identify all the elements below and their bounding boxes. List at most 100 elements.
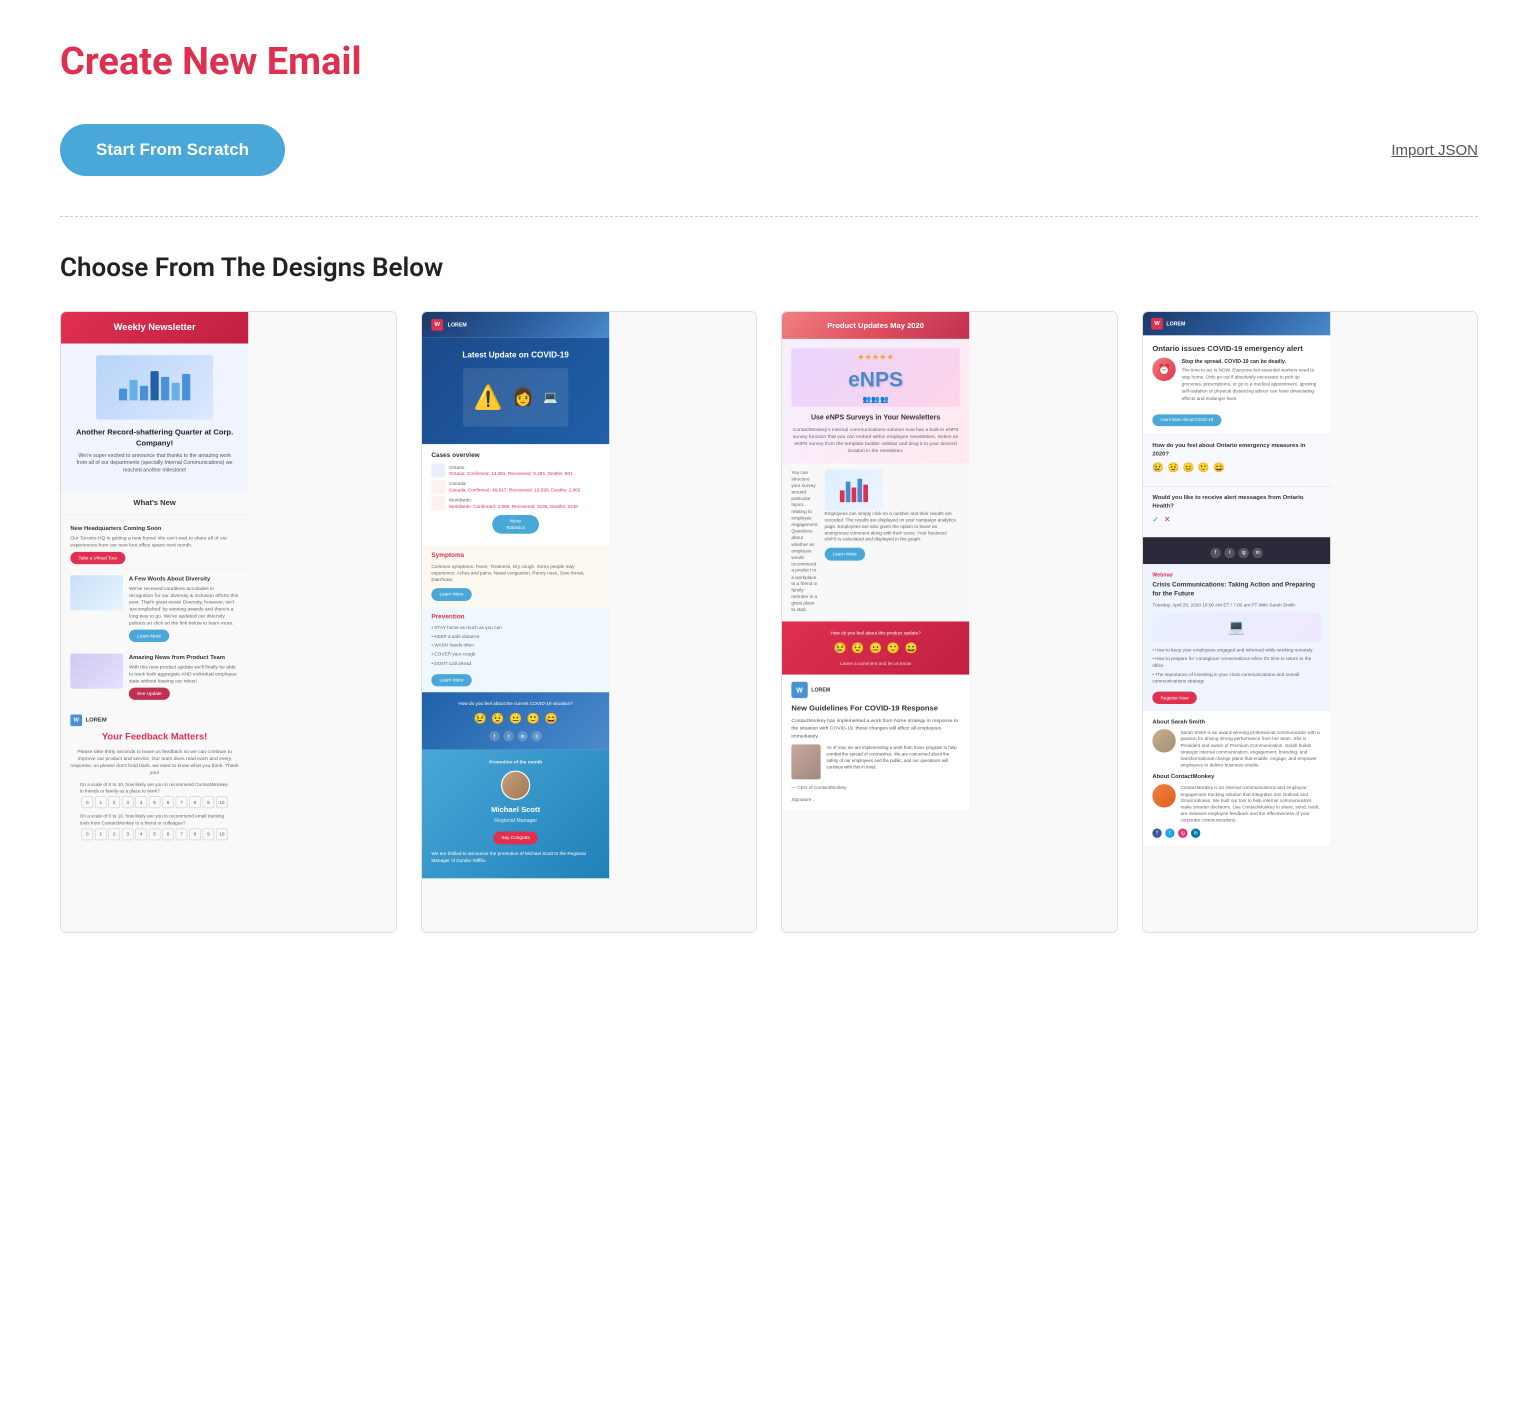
nps-2: 2 <box>108 797 120 809</box>
start-from-scratch-button[interactable]: Start From Scratch <box>60 124 285 176</box>
t4-logo-text: LOREM <box>1166 320 1185 327</box>
emoji-very-sad: 😢 <box>473 712 486 727</box>
t1-item-2-cta: Learn More <box>129 630 169 642</box>
t1-item-3-content: Amazing News from Product Team With this… <box>129 654 239 700</box>
t2-emoji-row: 😢 😟 😐 🙂 😄 <box>430 712 601 727</box>
t2-worldwide-text: Worldwide: Worldwide: Confirmed: 2,906, … <box>448 497 577 510</box>
t2-canada-stats: Canada: Confirmed: 48,817, Recovered: 19… <box>448 487 579 494</box>
nps2-1: 1 <box>95 828 107 840</box>
t1-item-1: New Headquarters Coming Soon Our Toronto… <box>61 520 248 569</box>
import-json-button[interactable]: Import JSON <box>1391 142 1478 159</box>
t2-canada-text: Canada: Canada: Confirmed: 48,817, Recov… <box>448 480 579 493</box>
t2-worldwide-stats: Worldwide: Confirmed: 2,906, Recovered: … <box>448 503 577 510</box>
t2-promo-body: We are thrilled to announce the promotio… <box>431 850 599 864</box>
t2-more-stats-btn: More Statistics <box>492 515 539 534</box>
nps-1: 1 <box>95 797 107 809</box>
t4-logo-icon: W <box>1151 318 1163 330</box>
template-card-covid-update[interactable]: W LOREM Latest Update on COVID-19 ⚠️ 👩 💻 <box>421 311 758 933</box>
t3-people-icons: 👥👥👥 <box>848 394 903 404</box>
nps-7: 7 <box>176 797 188 809</box>
t3-hero-body: ContactMonkey's internal communications … <box>791 426 959 454</box>
t2-stat-worldwide: Worldwide: Worldwide: Confirmed: 2,906, … <box>431 496 599 510</box>
t3-right-body: Employees can simply click on a number a… <box>825 510 960 543</box>
nps-4: 4 <box>135 797 147 809</box>
t4-about-twitter-icon: t <box>1165 828 1174 837</box>
t4-about-facebook-icon: f <box>1152 828 1161 837</box>
nps2-7: 7 <box>176 828 188 840</box>
t1-item-2: A Few Words About Diversity We've receiv… <box>61 569 248 648</box>
t1-feedback-title: Your Feedback Matters! <box>70 731 238 744</box>
bar-2 <box>129 380 137 400</box>
t2-cases-title: Cases overview <box>431 451 599 460</box>
t3-right-image <box>825 469 884 510</box>
bar-5 <box>161 377 169 400</box>
emoji-very-happy: 😄 <box>544 712 557 727</box>
t2-promo-section: Promotion of the month Michael Scott Reg… <box>422 750 609 878</box>
t4-social-row: f t ig in <box>1148 547 1324 558</box>
t2-stat-ontario: Ontario: Ontario: Confirmed: 13,381, Rec… <box>431 464 599 478</box>
t4-q2-text: Would you like to receive alert messages… <box>1152 494 1320 510</box>
t3-covid-logo-text: LOREM <box>811 686 830 693</box>
t4-about-section: About Sarah Smith Sarah Smith is an awar… <box>1143 711 1330 845</box>
t3-emoji-5: 😄 <box>905 641 918 656</box>
nps-8: 8 <box>189 797 201 809</box>
t1-hero: Another Record-shattering Quarter at Cor… <box>61 344 248 492</box>
t4-timer-row: ⏰ Stop the spread. COVID-19 can be deadl… <box>1152 358 1320 407</box>
t3-covid-illustration: As of now, we are implementing a work fr… <box>791 744 959 779</box>
t1-item-3: Amazing News from Product Team With this… <box>61 648 248 706</box>
t1-item-2-content: A Few Words About Diversity We've receiv… <box>129 575 239 642</box>
nps2-5: 5 <box>149 828 161 840</box>
t4-face-1: 😢 <box>1152 462 1164 475</box>
t4-checkmark-icon: ✓ <box>1152 514 1159 525</box>
t3-question-text: How do you feel about this product updat… <box>790 629 961 636</box>
t3-learn-more-btn: Learn More <box>825 548 865 560</box>
t1-feedback-body: Please take thirty seconds to leave us f… <box>70 749 238 777</box>
t2-hero-illustration: ⚠️ 👩 💻 <box>473 381 557 414</box>
t4-about-instagram-icon: ig <box>1178 828 1187 837</box>
t1-nps-q1: On a scale of 0 to 10, how likely are yo… <box>70 781 238 794</box>
template-card-weekly-newsletter[interactable]: Weekly Newsletter <box>60 311 397 933</box>
t3-emoji-3: 😐 <box>869 641 882 656</box>
top-actions: Start From Scratch Import JSON <box>60 124 1478 176</box>
t3-lorem-text: LOREM <box>811 686 830 693</box>
t3-enps-text: eNPS <box>848 365 903 394</box>
emoji-sad: 😟 <box>491 712 504 727</box>
section-divider <box>60 216 1478 217</box>
t4-cross-icon: ✕ <box>1163 514 1170 525</box>
t4-linkedin-icon: in <box>1252 547 1263 558</box>
t4-about-social-row: f t ig in <box>1152 828 1320 837</box>
nps2-4: 4 <box>135 828 147 840</box>
t1-item-1-body: Our Toronto HQ is getting a new home! We… <box>70 535 238 549</box>
t3-header: Product Updates May 2020 <box>782 312 969 339</box>
nps2-3: 3 <box>122 828 134 840</box>
template-preview-ontario-covid: W LOREM Ontario issues COVID-19 emergenc… <box>1143 312 1478 932</box>
t2-stat-canada: Canada: Canada: Confirmed: 48,817, Recov… <box>431 480 599 494</box>
covid-ontario-icon <box>431 464 445 478</box>
nps2-0: 0 <box>81 828 93 840</box>
t3-bar-3 <box>851 487 856 502</box>
t4-register-btn: Register Now <box>1152 692 1196 704</box>
t3-hero-title: Use eNPS Surveys in Your Newsletters <box>791 413 959 423</box>
t2-promo-cta: Say Congrats <box>493 832 538 844</box>
t2-twitter-icon: t <box>503 731 514 742</box>
email-mini-covid-update: W LOREM Latest Update on COVID-19 ⚠️ 👩 💻 <box>422 312 609 878</box>
t1-item-3-image <box>70 654 123 689</box>
template-preview-product-updates: Product Updates May 2020 ★★★★★ eNPS 👥👥👥 … <box>782 312 1117 932</box>
t1-item-2-body: We've received countless accolades in re… <box>129 585 239 627</box>
template-card-ontario-covid[interactable]: W LOREM Ontario issues COVID-19 emergenc… <box>1142 311 1479 933</box>
t2-prevention-item-4: • COVER your cough <box>431 651 599 658</box>
t2-laptop-icon: 💻 <box>543 389 558 405</box>
nps-5: 5 <box>149 797 161 809</box>
t3-left-body: You can structure your survey around par… <box>791 469 818 613</box>
t4-face-5: 😄 <box>1213 462 1225 475</box>
t2-promo-avatar <box>500 770 529 799</box>
template-card-product-updates[interactable]: Product Updates May 2020 ★★★★★ eNPS 👥👥👥 … <box>781 311 1118 933</box>
t1-hero-headline: Another Record-shattering Quarter at Cor… <box>73 427 237 448</box>
t1-hero-image <box>96 356 213 420</box>
t3-emoji-2: 😟 <box>851 641 864 656</box>
template-preview-weekly-newsletter: Weekly Newsletter <box>61 312 396 932</box>
t2-prevention-item-3: • WASH hands often <box>431 642 599 649</box>
t2-ontario-stats: Ontario: Confirmed: 13,381, Recovered: 8… <box>448 471 572 478</box>
t2-prevention-item-5: • DONT Call ahead <box>431 660 599 667</box>
t3-leave-comment: Leave a comment and let us know <box>790 660 961 667</box>
